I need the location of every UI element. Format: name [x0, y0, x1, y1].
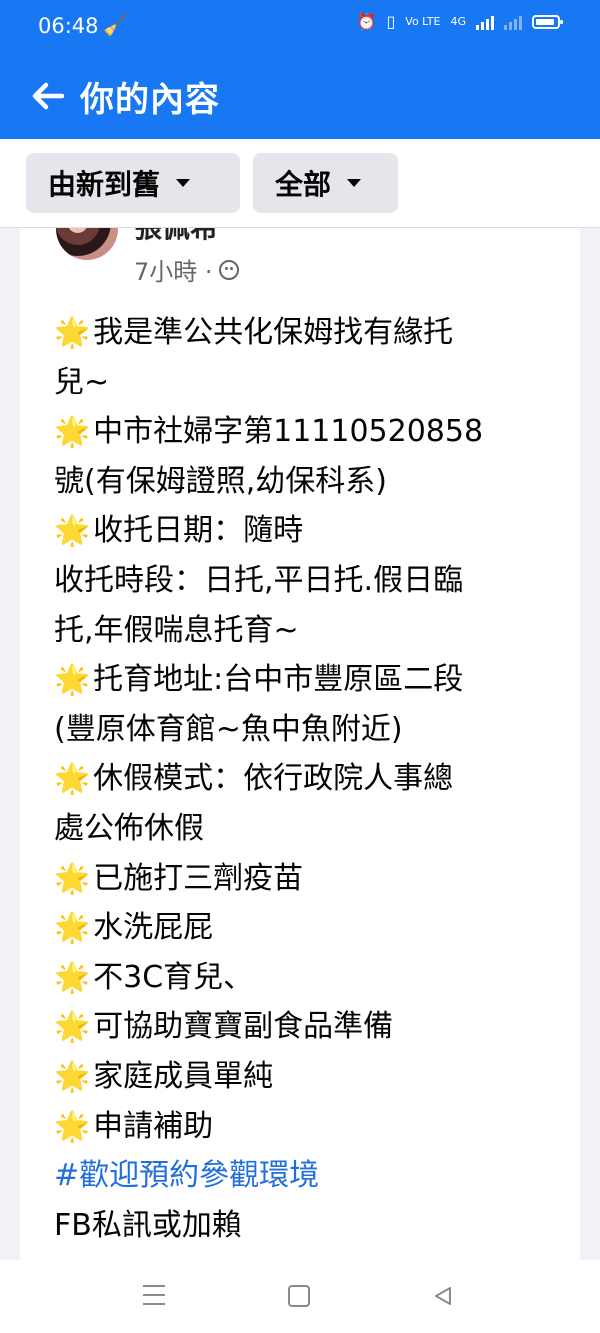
- post-line: 🌟 中市社婦字第11110520858: [54, 407, 564, 457]
- star-emoji-icon: 🌟: [54, 1058, 91, 1093]
- post-line: (豐原体育館~魚中魚附近): [54, 705, 564, 755]
- post-line-text: 收托日期：隨時: [93, 513, 304, 549]
- post-line: 號(有保姆證照,幼保科系): [54, 457, 564, 507]
- post-line-text: (豐原体育館~魚中魚附近): [54, 711, 403, 747]
- status-bar: 06:48 🧹 ⏰ ▯ Vo LTE 4G: [0, 0, 600, 52]
- alarm-icon: ⏰: [356, 12, 377, 31]
- star-emoji-icon: 🌟: [54, 959, 91, 994]
- star-emoji-icon: 🌟: [54, 662, 91, 697]
- post-line: 🌟 不3C育兒、: [54, 953, 564, 1003]
- star-emoji-icon: 🌟: [54, 910, 91, 945]
- app-bar: 你的內容: [0, 52, 600, 139]
- system-nav-bar: [0, 1260, 600, 1333]
- sort-label: 由新到舊: [48, 168, 161, 201]
- scope-dropdown[interactable]: 全部: [253, 153, 398, 213]
- post-line-text: 處公佈休假: [54, 810, 204, 846]
- battery-icon: [532, 14, 563, 29]
- page-title: 你的內容: [80, 80, 220, 120]
- filter-bar: 由新到舊 全部: [0, 139, 600, 228]
- post-time[interactable]: 7小時 ·: [134, 252, 213, 287]
- back-triangle-icon: [435, 1287, 451, 1305]
- network-label: 4G: [450, 15, 466, 28]
- post-line-text: 水洗屁屁: [93, 910, 214, 946]
- post-line: 托,年假喘息托育~: [54, 606, 564, 656]
- post-line: 兒~: [54, 358, 564, 408]
- post-line-text: 托育地址:台中市豐原區二段: [93, 662, 464, 698]
- post-line-text: 不3C育兒、: [93, 959, 254, 995]
- star-emoji-icon: 🌟: [54, 1108, 91, 1143]
- caret-down-icon: [347, 179, 362, 187]
- post-line: 🌟 水洗屁屁: [54, 903, 564, 953]
- status-time: 06:48: [38, 14, 99, 38]
- post-line: 處公佈休假: [54, 804, 564, 854]
- post-line-text: 休假模式：依行政院人事總: [93, 761, 454, 797]
- signal-icon: [476, 14, 494, 30]
- post-line: 🌟 家庭成員單純: [54, 1052, 564, 1102]
- post-line-text: 申請補助: [93, 1108, 214, 1144]
- friends-icon: [218, 259, 239, 280]
- post-line: 🌟 休假模式：依行政院人事總: [54, 754, 564, 804]
- home-button[interactable]: [288, 1285, 318, 1309]
- broom-icon: 🧹: [103, 13, 128, 37]
- star-emoji-icon: 🌟: [54, 315, 91, 349]
- star-emoji-icon: 🌟: [54, 414, 91, 449]
- post-line: 🌟 已施打三劑疫苗: [54, 854, 564, 904]
- post-line-text: 收托時段：日托,平日托.假日臨: [54, 562, 464, 598]
- back-button[interactable]: [28, 76, 68, 116]
- menu-icon: [143, 1285, 173, 1305]
- recent-apps-button[interactable]: [143, 1285, 173, 1309]
- system-back-button[interactable]: [432, 1285, 462, 1309]
- post-line-text: 托,年假喘息托育~: [54, 612, 299, 648]
- post-body: 🌟 我是準公共化保姆找有緣托 兒~ 🌟 中市社婦字第11110520858 號(有保姆證照…: [54, 308, 564, 1250]
- star-emoji-icon: 🌟: [54, 1009, 91, 1044]
- volte-label: Vo LTE: [405, 15, 441, 28]
- post-line: 🌟 我是準公共化保姆找有緣托: [54, 308, 564, 358]
- signal-sim2-icon: [504, 14, 522, 30]
- status-icons: ⏰ ▯ Vo LTE 4G: [356, 12, 563, 31]
- post-meta: 7小時 ·: [134, 252, 239, 287]
- post-line-text: 家庭成員單純: [93, 1058, 274, 1094]
- post-line-text: 可協助寶寶副食品準備: [93, 1009, 394, 1045]
- sort-dropdown[interactable]: 由新到舊: [26, 153, 240, 213]
- caret-down-icon: [176, 179, 191, 187]
- post-line: 🌟 收托日期：隨時: [54, 506, 564, 556]
- post-line: 🌟 申請補助: [54, 1102, 564, 1152]
- post-line: 🌟 可協助寶寶副食品準備: [54, 1002, 564, 1052]
- scope-label: 全部: [275, 168, 332, 201]
- author-name[interactable]: 張佩希: [134, 228, 218, 246]
- star-emoji-icon: 🌟: [54, 513, 91, 548]
- home-icon: [288, 1285, 310, 1307]
- post-line-text: 已施打三劑疫苗: [93, 860, 304, 896]
- post-line: 收托時段：日托,平日托.假日臨: [54, 556, 564, 606]
- hashtag-link[interactable]: #歡迎預約參觀環境: [54, 1151, 564, 1201]
- star-emoji-icon: 🌟: [54, 761, 91, 796]
- post-card: 張佩希 7小時 · 🌟我是準公共化保姆找有緣托兒~🌟中市社婦字第11110520…: [20, 228, 580, 1260]
- post-line-text: FB私訊或加賴: [54, 1207, 242, 1243]
- post-line-text: 中市社婦字第11110520858: [93, 414, 484, 450]
- arrow-left-icon: [32, 82, 65, 110]
- star-emoji-icon: 🌟: [54, 860, 91, 895]
- post-line-text: 兒~: [54, 364, 110, 400]
- avatar[interactable]: [56, 228, 118, 260]
- vibrate-icon: ▯: [386, 12, 396, 31]
- post-line-text: 號(有保姆證照,幼保科系): [54, 463, 387, 499]
- post-line-text: 我是準公共化保姆找有緣托: [93, 315, 454, 350]
- post-line: 🌟 托育地址:台中市豐原區二段: [54, 655, 564, 705]
